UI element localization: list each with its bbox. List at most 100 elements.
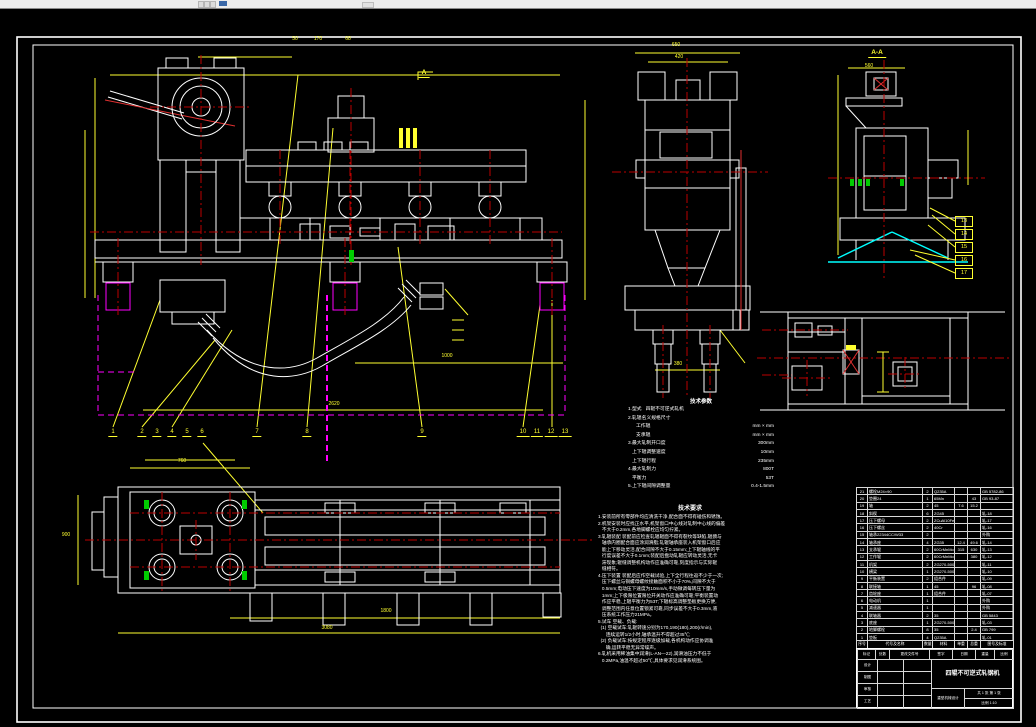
bom-qty: 2 (922, 523, 933, 532)
tb-unit-name: 重型机械设计 (931, 688, 965, 709)
bom-material: 35 (932, 611, 955, 620)
bom-name: 横梁 (867, 567, 923, 576)
parameter-value: 10mm (760, 449, 774, 455)
bom-unit-weight (954, 581, 968, 591)
bom-total-weight (967, 508, 981, 518)
bom-unit-weight (954, 625, 968, 634)
parts-list-table: 21 螺栓M24×90 2 Q235A GB 5782-86 20 垫圈24 1… (856, 486, 1014, 650)
bom-seq: 14 (856, 538, 868, 547)
foundation-pit (97, 295, 566, 462)
parameter-label: 2.轧辊名义规格尺寸 (628, 415, 671, 421)
bom-seq: 15 (856, 530, 868, 540)
bom-material: Q235A (932, 486, 955, 496)
bom-drawing-no: 轧-13 (980, 545, 1014, 554)
bom-name: 支承辊 (867, 545, 923, 554)
notes-title: 技术要求 (677, 506, 702, 512)
bom-seq: 13 (856, 545, 868, 554)
parameter-label: 支承辊 (628, 432, 651, 438)
bom-unit-weight (954, 559, 968, 569)
bom-seq: 16 (856, 523, 868, 532)
bom-drawing-no: 轧-03 (980, 618, 1014, 627)
bom-material (932, 530, 955, 540)
bom-material: 60CrMnMo (932, 552, 955, 561)
bom-row: 4 联轴器 2 35 GB 5843 (856, 611, 1014, 620)
bom-total-weight (967, 530, 981, 540)
front-elevation-view (84, 55, 586, 462)
bom-name: 地脚螺栓 (867, 625, 923, 634)
bom-material: 65Mn (932, 494, 955, 503)
plan-feet (249, 592, 562, 626)
parameter-row: 4.最大轧制力 800T (628, 466, 774, 475)
bom-row: 5 减速器 1 外购 (856, 603, 1014, 613)
bom-unit-weight (954, 523, 968, 532)
bom-row: 18 斜楔 6 ZG45 轧-18 (856, 508, 1014, 518)
bom-drawing-no: GB 93-87 (980, 494, 1014, 503)
bom-seq: 10 (856, 567, 868, 576)
bom-name: 螺栓M24×90 (867, 486, 923, 496)
bom-qty: 1 (922, 603, 933, 613)
bom-material: 组合件 (932, 589, 955, 598)
bom-row: 9 平衡装置 2 组合件 轧-09 (856, 574, 1014, 583)
bom-qty: 6 (922, 508, 933, 518)
bom-drawing-no: 轧-12 (980, 552, 1014, 561)
technical-requirements-block: 技术要求 1.安装前所有零部件均应清洗干净,配合面不得有碰伤和锈蚀。 2.机架安装… (598, 505, 782, 665)
tb-scale-value: 比例 1:10 (964, 698, 1014, 709)
parameter-value: 300mm (758, 441, 774, 447)
bom-row: 3 底座 1 ZG270-500 轧-03 (856, 618, 1014, 627)
bom-material: 40Cr (932, 523, 955, 532)
bom-qty: 1 (922, 618, 933, 627)
bom-total-weight: 380 (967, 552, 981, 561)
bom-qty: 1 (922, 589, 933, 598)
bom-row: 14 轴承座 4 ZG35 12.4 49.6 轧-14 (856, 538, 1014, 547)
bom-drawing-no: 轧-17 (980, 516, 1014, 525)
bom-drawing-no (980, 501, 1014, 510)
bom-seq: 11 (856, 559, 868, 569)
bom-material: ZG270-500 (932, 559, 955, 569)
bom-qty: 4 (922, 538, 933, 547)
parameter-label: 上下辊行程 (628, 458, 656, 464)
bom-row: 19 轴 2 45 7.6 15.2 (856, 501, 1014, 510)
section-view-aa (828, 60, 985, 280)
bom-unit-weight (954, 632, 968, 642)
bom-name: 轴 (867, 501, 923, 510)
parameter-row: 工作辊 mm × mm (628, 423, 774, 432)
parameter-row: 支承辊 mm × mm (628, 432, 774, 441)
bom-drawing-no: GB 5843 (980, 611, 1014, 620)
bom-material: 60CrMnMo (932, 545, 955, 554)
bom-unit-weight (954, 494, 968, 503)
bom-drawing-no: 轧-14 (980, 538, 1014, 547)
bom-total-weight (967, 516, 981, 525)
bom-qty: 2 (922, 501, 933, 510)
bom-name: 底座 (867, 618, 923, 627)
bom-drawing-no: 轧-01 (980, 632, 1014, 642)
bom-row: 8 联接轴 1 45 96 轧-08 (856, 581, 1014, 591)
bom-total-weight: 96 (967, 581, 981, 591)
tb-craft-label: 工艺 (857, 695, 878, 709)
bom-material: ZG35 (932, 538, 955, 547)
bom-name: 斜楔 (867, 508, 923, 518)
parameter-label: 平衡力 (628, 475, 647, 481)
bom-name: 轴承座 (867, 538, 923, 547)
parameter-label: 工作辊 (628, 424, 651, 430)
bom-name: 平衡装置 (867, 574, 923, 583)
bom-name: 垫板 (867, 632, 923, 642)
bom-row: 13 支承辊 2 60CrMnMo 315 630 轧-13 (856, 545, 1014, 554)
bom-total-weight: 2.4 (967, 625, 981, 634)
bom-seq: 4 (856, 611, 868, 620)
bom-qty: 1 (922, 567, 933, 576)
bom-total-weight (967, 618, 981, 627)
bom-material: ZG45 (932, 508, 955, 518)
parameter-row: 上下辊调整速度 10mm (628, 449, 774, 458)
bom-total-weight (967, 596, 981, 605)
bom-qty: 8 (922, 625, 933, 634)
bom-seq: 2 (856, 625, 868, 634)
bom-row: 17 压下螺母 2 ZCuAl10Fe3 轧-17 (856, 516, 1014, 525)
bom-material (932, 603, 955, 613)
bom-total-weight (967, 486, 981, 496)
bom-drawing-no: 轧-07 (980, 589, 1014, 598)
bom-total-weight: 15.2 (967, 501, 981, 510)
bom-row: 10 横梁 1 ZG270-500 轧-10 (856, 567, 1014, 576)
bom-unit-weight (954, 567, 968, 576)
bom-drawing-no: 轧-08 (980, 581, 1014, 591)
parameter-label: 1.型式 四辊不可逆式轧机 (628, 407, 684, 412)
